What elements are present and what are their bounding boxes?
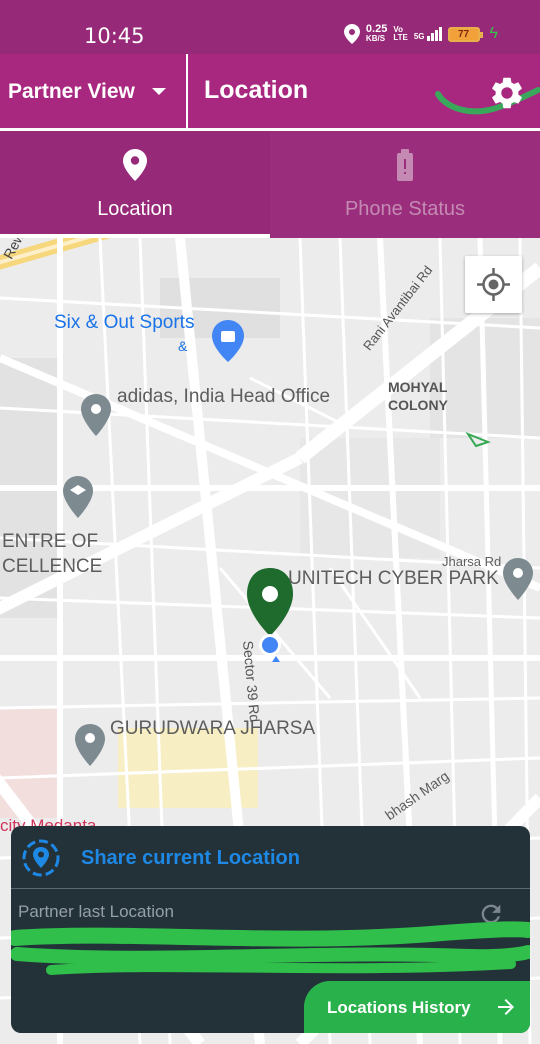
map-label-adidas[interactable]: adidas, India Head Office <box>117 386 330 408</box>
map-label-amp: & <box>178 338 188 354</box>
tab-bar: Location Phone Status <box>0 131 540 238</box>
map-label-centre-2: CELLENCE <box>2 556 103 577</box>
charging-icon: ϟ <box>489 25 498 42</box>
signal-icon: 5G <box>414 27 442 41</box>
status-bar: 10:45 0.25 KB/S Vo LTE 5G 77 ϟ <box>0 0 540 54</box>
locations-history-label: Locations History <box>327 998 471 1017</box>
status-time: 10:45 <box>84 24 145 48</box>
map-label-six-out[interactable]: Six & Out Sports <box>54 312 194 334</box>
page-title: Location <box>204 76 309 104</box>
network-type: 5G <box>413 32 425 41</box>
my-location-button[interactable] <box>465 256 522 313</box>
volte-indicator: Vo LTE <box>393 26 408 42</box>
locations-history-button[interactable]: Locations History <box>304 981 530 1033</box>
net-speed-unit: KB/S <box>365 34 386 43</box>
crosshair-icon <box>477 268 510 301</box>
tab-location-label: Location <box>97 198 173 220</box>
tab-phone-status[interactable]: Phone Status <box>270 131 540 238</box>
volte-bottom: LTE <box>393 33 408 42</box>
map-label-centre-1: ENTRE OF <box>2 531 99 552</box>
map-label-jharsa-rd: Jharsa Rd <box>442 554 502 569</box>
phone-status-icon <box>397 149 413 181</box>
net-speed-value: 0.25 <box>365 23 388 35</box>
share-location-icon <box>22 839 60 877</box>
map-label-mohyal-1: MOHYAL <box>388 379 448 395</box>
map-label-unitech[interactable]: UNITECH CYBER PARK <box>288 568 499 590</box>
map-label-mohyal-2: COLONY <box>388 397 448 413</box>
map-pin-icon <box>123 149 147 181</box>
share-location-label: Share current Location <box>81 847 300 869</box>
tab-location[interactable]: Location <box>0 131 270 238</box>
app-header: Partner View Location <box>0 54 540 130</box>
gear-icon[interactable] <box>488 74 526 112</box>
arrow-right-icon <box>498 999 514 1015</box>
map-label-gurudwara[interactable]: GURUDWARA JHARSA <box>110 718 315 740</box>
tab-phone-status-label: Phone Status <box>344 198 466 220</box>
redaction-scribble <box>11 921 530 975</box>
status-icons: 0.25 KB/S Vo LTE 5G 77 ϟ <box>343 23 498 44</box>
net-speed: 0.25 KB/S <box>365 23 388 44</box>
caret-down-icon <box>152 88 166 95</box>
battery-icon: 77 <box>447 26 483 42</box>
view-selector-label: Partner View <box>8 80 135 103</box>
share-location-row[interactable]: Share current Location <box>11 826 530 889</box>
location-card: Share current Location Partner last Loca… <box>11 826 530 1033</box>
view-selector-dropdown[interactable]: Partner View <box>0 54 188 130</box>
location-status-icon <box>343 24 360 44</box>
